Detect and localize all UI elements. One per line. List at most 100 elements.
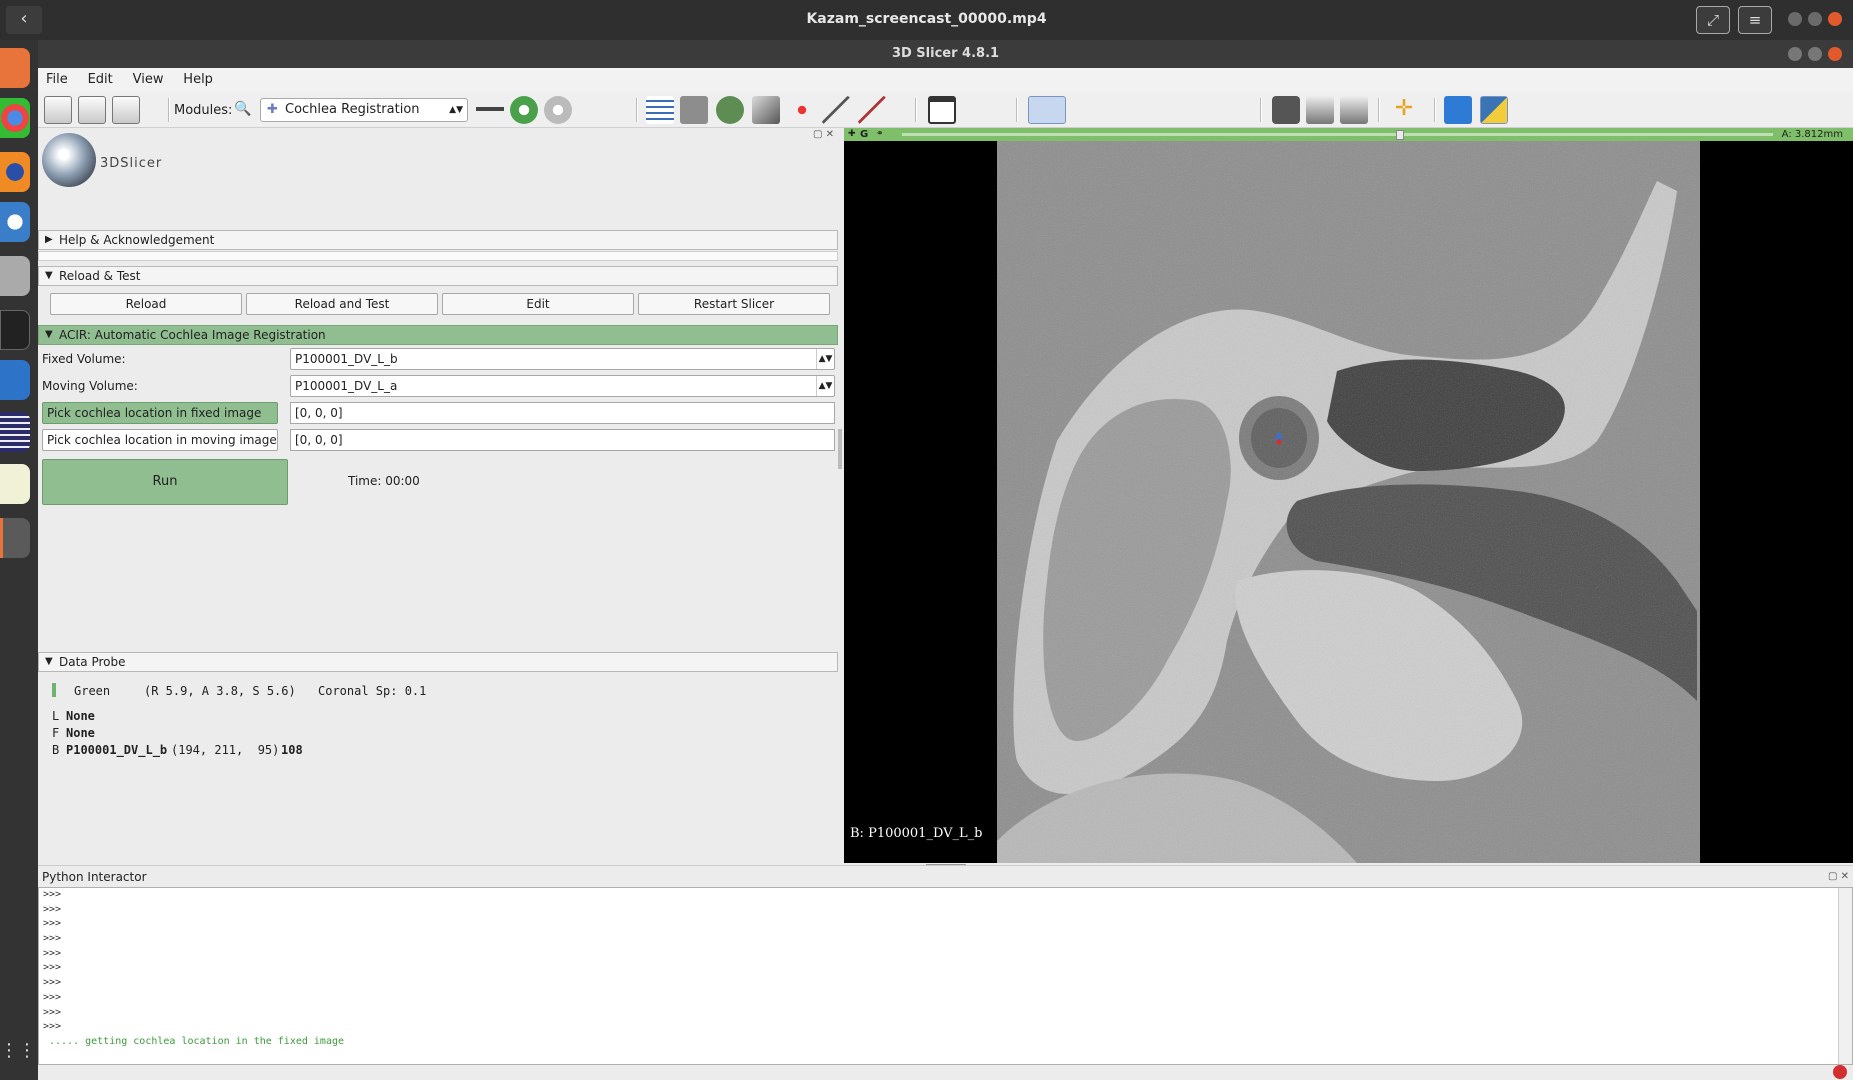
help-section-title: Help & Acknowledgement — [59, 233, 215, 247]
console-scrollbar[interactable] — [1838, 888, 1852, 1064]
models-icon[interactable] — [716, 96, 744, 124]
chrome-icon[interactable] — [0, 98, 30, 138]
python-console[interactable]: >>> >>> >>> >>> >>> >>> >>> >>> >>> >>> … — [38, 887, 1853, 1065]
panel-float-close-icons[interactable]: ▢ ✕ — [813, 129, 834, 140]
fullscreen-button[interactable]: ⤢ — [1696, 6, 1730, 34]
menu-help[interactable]: Help — [175, 68, 221, 92]
error-log-icon[interactable] — [1833, 1065, 1847, 1079]
files-icon[interactable] — [0, 256, 30, 296]
window-maximize-icon[interactable] — [1808, 47, 1822, 61]
expanded-arrow-icon: ▼ — [45, 656, 53, 667]
link-icon[interactable]: ⚭ — [876, 128, 884, 141]
module-selector[interactable]: ✚ Cochlea Registration ▲▼ — [260, 98, 468, 122]
ct-image[interactable] — [997, 141, 1700, 863]
back-arrow-icon[interactable] — [510, 96, 538, 124]
hamburger-menu-button[interactable]: ≡ — [1738, 6, 1772, 34]
screenshot-icon[interactable] — [1272, 96, 1300, 124]
fixed-volume-label: Fixed Volume: — [42, 352, 126, 366]
minimize-icon[interactable] — [1788, 12, 1802, 26]
volumes-icon[interactable] — [680, 96, 708, 124]
slice-corner-annotation: B: P100001_DV_L_b — [850, 826, 983, 841]
run-button[interactable]: Run — [42, 459, 288, 505]
restart-slicer-button[interactable]: Restart Slicer — [638, 293, 830, 315]
acir-section-header[interactable]: ▼ ACIR: Automatic Cochlea Image Registra… — [38, 325, 838, 345]
probe-background-ijk: (194, 211, 95) — [171, 743, 280, 757]
toolbar-separator — [1016, 98, 1018, 122]
pick-moving-location-button[interactable]: Pick cochlea location in moving image — [42, 429, 278, 451]
probe-background-value: 108 — [281, 743, 303, 757]
console-line: >>> — [43, 991, 62, 1003]
editor-icon[interactable] — [858, 96, 886, 124]
firefox-icon[interactable] — [0, 152, 30, 192]
data-load-icon[interactable] — [44, 96, 72, 124]
forward-arrow-icon[interactable] — [544, 96, 572, 124]
crosshair-icon[interactable]: ✛ — [1390, 96, 1418, 124]
mouse-mode-icon[interactable] — [1028, 96, 1066, 124]
edit-button[interactable]: Edit — [442, 293, 634, 315]
green-slice-view[interactable]: ✚ G ⚭ A: 3.812mm B: P100001_DV_L_b — [844, 128, 1853, 867]
section-spacer — [38, 251, 838, 261]
python-icon[interactable] — [1480, 96, 1508, 124]
module-selector-value: Cochlea Registration — [285, 102, 420, 117]
slicer-dock-icon[interactable] — [0, 518, 30, 558]
moving-volume-value: P100001_DV_L_a — [295, 379, 398, 393]
console-line: >>> — [43, 1021, 62, 1033]
panel-splitter-handle[interactable] — [838, 429, 842, 469]
probe-layer-key: L — [52, 709, 60, 723]
window-close-icon[interactable] — [1828, 47, 1842, 61]
python-float-close-icons[interactable]: ▢ ✕ — [1828, 866, 1849, 888]
markups-icon[interactable] — [788, 96, 816, 124]
console-line: >>> — [43, 889, 62, 900]
console-line: >>> — [43, 1006, 62, 1018]
data-module-icon[interactable] — [646, 96, 674, 124]
layout-icon[interactable] — [928, 96, 956, 124]
dicom-icon[interactable] — [78, 96, 106, 124]
pin-icon[interactable]: ✚ — [848, 128, 856, 141]
data-probe-section-header[interactable]: ▼ Data Probe — [38, 652, 838, 672]
save-icon[interactable] — [112, 96, 140, 124]
reload-and-test-button[interactable]: Reload and Test — [246, 293, 438, 315]
scene-view-icon[interactable] — [1306, 96, 1334, 124]
terminal-icon[interactable] — [0, 310, 30, 350]
transforms-icon[interactable] — [752, 96, 780, 124]
toolbar-separator — [636, 98, 638, 122]
fixed-volume-select[interactable]: P100001_DV_L_b ▲▼ — [290, 348, 835, 370]
menu-file[interactable]: File — [38, 68, 76, 92]
chevron-updown-icon: ▲▼ — [449, 105, 463, 115]
thunderbird-icon[interactable] — [0, 202, 30, 242]
expanded-arrow-icon: ▼ — [45, 329, 53, 340]
slice-offset-slider[interactable] — [902, 133, 1773, 136]
video-player-titlebar: ‹ Kazam_screencast_00000.mp4 ⤢ ≡ — [0, 0, 1853, 40]
text-editor-icon[interactable] — [0, 464, 30, 504]
hamburger-icon: ≡ — [1748, 11, 1762, 29]
slice-slider-handle[interactable] — [1396, 130, 1404, 140]
maximize-icon[interactable] — [1808, 12, 1822, 26]
fixed-location-field[interactable]: [0, 0, 0] — [290, 402, 835, 424]
pick-fixed-location-button[interactable]: Pick cochlea location in fixed image — [42, 402, 278, 424]
moving-volume-select[interactable]: P100001_DV_L_a ▲▼ — [290, 375, 835, 397]
menu-view[interactable]: View — [125, 68, 172, 92]
close-icon[interactable] — [1828, 12, 1842, 26]
video-title: Kazam_screencast_00000.mp4 — [806, 11, 1047, 27]
extension-manager-icon[interactable] — [1444, 96, 1472, 124]
probe-foreground-key: F — [52, 726, 60, 740]
help-section-header[interactable]: ▶ Help & Acknowledgement — [38, 230, 838, 250]
probe-view-name: Green — [74, 684, 111, 698]
window-minimize-icon[interactable] — [1788, 47, 1802, 61]
show-apps-icon[interactable]: ⋮⋮ — [0, 1040, 36, 1080]
probe-ras-coords: (R 5.9, A 3.8, S 5.6) — [144, 684, 296, 698]
module-search-icon[interactable]: 🔍 — [234, 101, 251, 117]
console-line: >>> — [43, 903, 62, 915]
moving-location-field[interactable]: [0, 0, 0] — [290, 429, 835, 451]
probe-foreground-value: None — [66, 726, 95, 740]
software-center-icon[interactable] — [0, 48, 30, 88]
python-interactor-title: Python Interactor — [42, 870, 147, 884]
ruler-icon[interactable] — [822, 96, 850, 124]
reload-button[interactable]: Reload — [50, 293, 242, 315]
reload-section-header[interactable]: ▼ Reload & Test — [38, 266, 838, 286]
module-history-icon[interactable] — [476, 96, 504, 124]
system-monitor-icon[interactable] — [0, 360, 30, 400]
menu-edit[interactable]: Edit — [80, 68, 121, 92]
eclipse-icon[interactable] — [0, 412, 30, 452]
scene-view-extra-icon[interactable] — [1340, 96, 1368, 124]
